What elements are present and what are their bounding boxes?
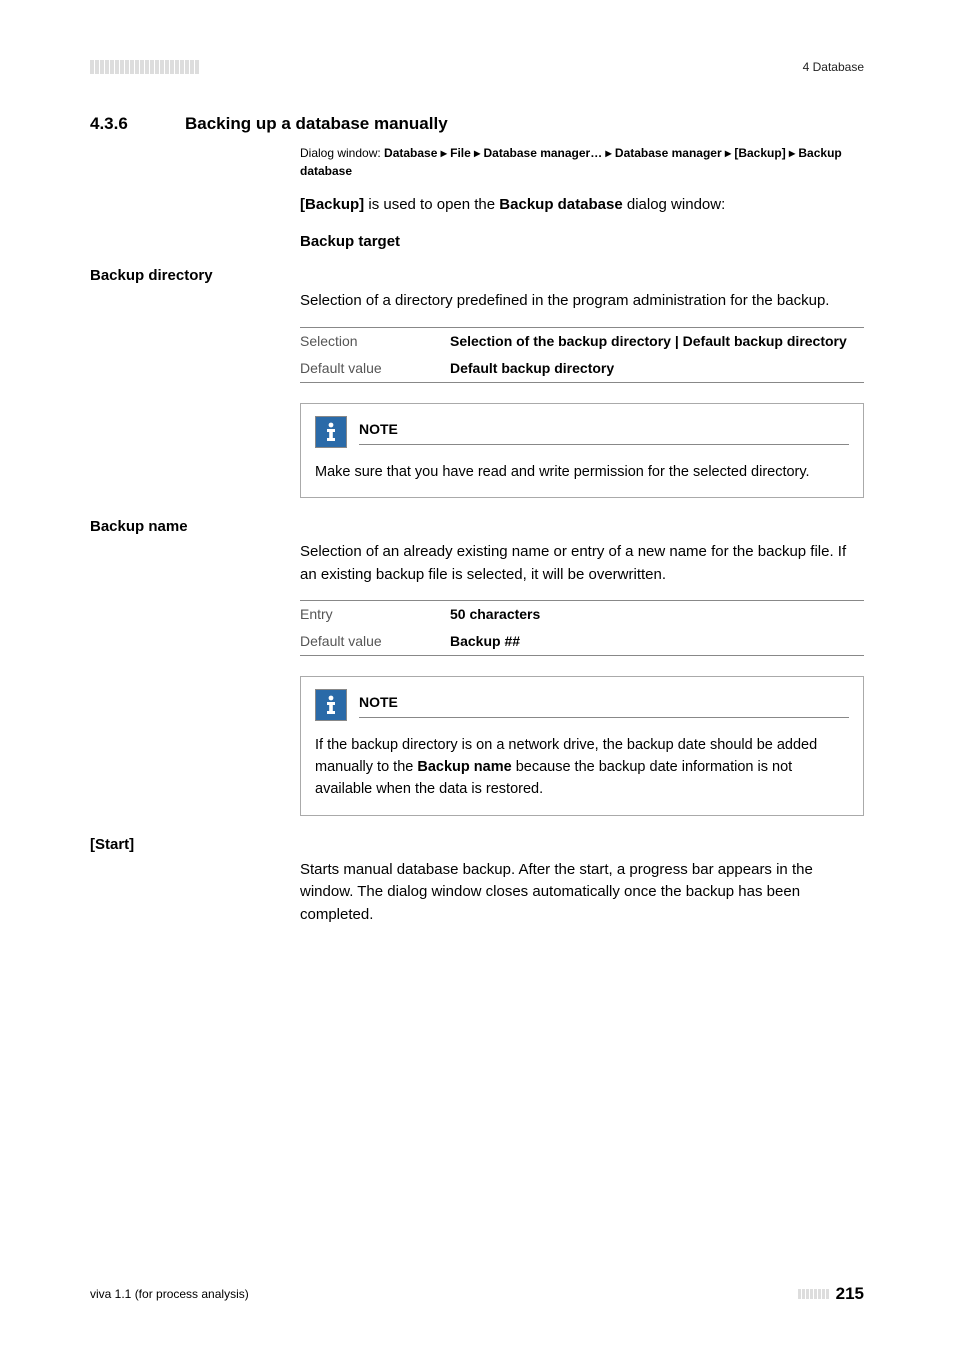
table-row: Default value Backup ##	[300, 628, 864, 656]
note-t2: Backup name	[417, 759, 511, 775]
backup-directory-label: Backup directory	[90, 267, 864, 284]
backup-target-head: Backup target	[300, 231, 864, 254]
dialog-prefix: Dialog window:	[300, 146, 384, 160]
kv-val: Default backup directory	[450, 355, 864, 383]
kv-key: Default value	[300, 628, 450, 656]
backup-name-desc: Selection of an already existing name or…	[300, 541, 864, 586]
table-row: Entry 50 characters	[300, 601, 864, 629]
intro-t4: dialog window:	[623, 196, 726, 213]
kv-val: 50 characters	[450, 601, 864, 629]
section-number: 4.3.6	[90, 114, 155, 134]
dialog-seg-2: File	[450, 146, 471, 160]
intro-para: [Backup] is used to open the Backup data…	[300, 194, 864, 217]
table-row: Selection Selection of the backup direct…	[300, 327, 864, 355]
note-body: Make sure that you have read and write p…	[315, 462, 849, 484]
note-title: NOTE	[359, 419, 849, 445]
page-number: 215	[836, 1284, 864, 1304]
start-desc: Starts manual database backup. After the…	[300, 859, 864, 927]
kv-key: Default value	[300, 355, 450, 383]
page-header: 4 Database	[90, 60, 864, 74]
backup-name-label: Backup name	[90, 518, 864, 535]
note-box: NOTE If the backup directory is on a net…	[300, 676, 864, 815]
note-body: If the backup directory is on a network …	[315, 735, 849, 800]
dialog-seg-3: Database manager…	[484, 146, 603, 160]
dialog-seg-5: [Backup]	[734, 146, 785, 160]
section-title: Backing up a database manually	[185, 114, 448, 134]
dialog-seg-1: Database	[384, 146, 437, 160]
note-title: NOTE	[359, 692, 849, 718]
header-chapter: 4 Database	[803, 60, 864, 74]
footer-left: viva 1.1 (for process analysis)	[90, 1287, 249, 1301]
section-heading: 4.3.6 Backing up a database manually	[90, 114, 864, 134]
info-icon	[315, 416, 347, 448]
info-icon	[315, 689, 347, 721]
kv-val: Backup ##	[450, 628, 864, 656]
intro-t2: is used to open the	[364, 196, 499, 213]
backup-name-table: Entry 50 characters Default value Backup…	[300, 600, 864, 656]
dialog-seg-4: Database manager	[615, 146, 722, 160]
dialog-path: Dialog window: Database ▸ File ▸ Databas…	[300, 144, 864, 180]
note-box: NOTE Make sure that you have read and wr…	[300, 403, 864, 499]
table-row: Default value Default backup directory	[300, 355, 864, 383]
backup-directory-table: Selection Selection of the backup direct…	[300, 327, 864, 383]
page-footer: viva 1.1 (for process analysis) 215	[90, 1284, 864, 1304]
kv-key: Selection	[300, 327, 450, 355]
backup-directory-desc: Selection of a directory predefined in t…	[300, 290, 864, 313]
start-label: [Start]	[90, 836, 864, 853]
intro-t1: [Backup]	[300, 196, 364, 213]
intro-t3: Backup database	[499, 196, 622, 213]
header-decor-bars	[90, 60, 199, 74]
kv-key: Entry	[300, 601, 450, 629]
kv-val: Selection of the backup directory | Defa…	[450, 327, 864, 355]
footer-decor-bars: 215	[798, 1284, 864, 1304]
